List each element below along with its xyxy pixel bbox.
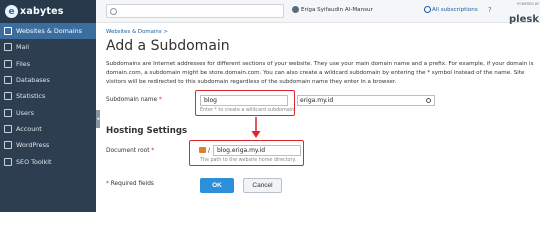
user-icon bbox=[4, 108, 12, 117]
annotation-box-docroot bbox=[189, 140, 304, 166]
sidebar-item-label: WordPress bbox=[16, 141, 50, 150]
required-mark: * bbox=[151, 148, 155, 154]
hosting-settings-heading: Hosting Settings bbox=[106, 126, 188, 136]
account-icon bbox=[4, 124, 12, 133]
annotation-arrow-icon bbox=[251, 117, 261, 138]
sidebar-item-label: Databases bbox=[16, 76, 50, 85]
plesk-wordmark: plesk bbox=[509, 14, 539, 25]
sidebar-collapse-handle[interactable]: ◂ bbox=[96, 110, 100, 128]
breadcrumb[interactable]: Websites & Domains > bbox=[106, 29, 168, 35]
plesk-logo: POWERED BY plesk bbox=[501, 2, 539, 25]
domain-select[interactable]: eriga.my.id bbox=[297, 95, 435, 106]
subdomain-name-label: Subdomain name * bbox=[106, 97, 162, 103]
sidebar-item-users[interactable]: Users bbox=[0, 104, 96, 120]
required-mark: * bbox=[158, 97, 162, 103]
search-icon bbox=[110, 7, 117, 15]
sidebar: e xabytes Websites & Domains Mail Files … bbox=[0, 0, 96, 212]
sidebar-item-label: Mail bbox=[16, 43, 29, 52]
topbar: Eriga Syifaudin Al-Mansur All subscripti… bbox=[96, 0, 540, 25]
sidebar-item-files[interactable]: Files bbox=[0, 56, 96, 72]
sidebar-item-label: SEO Toolkit bbox=[16, 157, 52, 166]
annotation-box-subdomain bbox=[195, 90, 295, 116]
search-icon bbox=[426, 98, 431, 103]
sidebar-item-statistics[interactable]: Statistics bbox=[0, 88, 96, 104]
folder-icon bbox=[4, 59, 12, 68]
seo-icon bbox=[4, 157, 12, 166]
ok-button[interactable]: OK bbox=[200, 178, 234, 193]
powered-by-text: POWERED BY bbox=[517, 2, 539, 6]
sidebar-item-mail[interactable]: Mail bbox=[0, 39, 96, 55]
document-root-label: Document root * bbox=[106, 148, 155, 154]
sidebar-item-label: Websites & Domains bbox=[16, 27, 82, 36]
sidebar-item-account[interactable]: Account bbox=[0, 121, 96, 137]
sidebar-item-websites-domains[interactable]: Websites & Domains bbox=[0, 23, 96, 40]
search-input[interactable] bbox=[106, 4, 284, 18]
wordpress-icon bbox=[4, 141, 12, 150]
page-title: Add a Subdomain bbox=[106, 38, 230, 54]
sidebar-item-label: Files bbox=[16, 59, 31, 68]
cancel-button[interactable]: Cancel bbox=[243, 178, 282, 193]
sidebar-item-label: Statistics bbox=[16, 92, 46, 101]
subscriptions-icon bbox=[424, 6, 431, 13]
sidebar-item-label: Users bbox=[16, 108, 34, 117]
mail-icon bbox=[4, 43, 12, 52]
user-menu[interactable]: Eriga Syifaudin Al-Mansur bbox=[301, 7, 373, 13]
sidebar-item-databases[interactable]: Databases bbox=[0, 72, 96, 88]
sidebar-item-wordpress[interactable]: WordPress bbox=[0, 137, 96, 153]
subscriptions-menu[interactable]: All subscriptions bbox=[432, 7, 478, 13]
sidebar-item-seo-toolkit[interactable]: SEO Toolkit bbox=[0, 153, 96, 169]
globe-icon bbox=[4, 27, 12, 36]
sidebar-item-label: Account bbox=[16, 124, 42, 133]
logo-mark: e bbox=[5, 5, 18, 18]
database-icon bbox=[4, 76, 12, 85]
user-avatar-icon bbox=[292, 6, 299, 13]
logo-text: xabytes bbox=[20, 6, 64, 17]
help-icon[interactable]: ? bbox=[488, 6, 492, 14]
required-mark: * bbox=[106, 181, 109, 187]
brand-logo[interactable]: e xabytes bbox=[0, 0, 96, 23]
chart-icon bbox=[4, 92, 12, 101]
domain-select-value: eriga.my.id bbox=[300, 97, 334, 104]
required-fields-note: * Required fields bbox=[106, 181, 154, 187]
page-description: Subdomains are Internet addresses for di… bbox=[106, 61, 534, 85]
